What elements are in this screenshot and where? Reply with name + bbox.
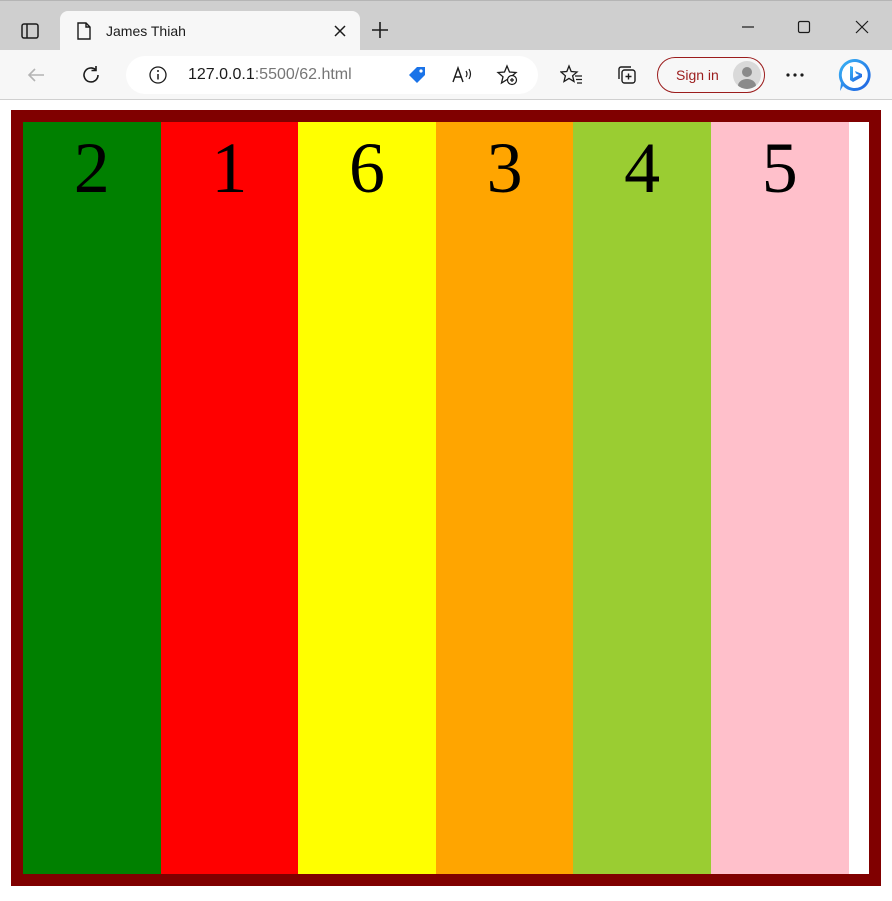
more-icon [786, 73, 804, 77]
tab-actions-button[interactable] [10, 15, 50, 47]
more-button[interactable] [783, 63, 807, 87]
column-item: 3 [435, 122, 574, 874]
bing-chat-button[interactable] [836, 56, 874, 94]
sign-in-button[interactable]: Sign in [657, 57, 765, 93]
read-aloud-icon[interactable] [451, 65, 473, 85]
url-host: 127.0.0.1 [188, 66, 255, 83]
close-icon [855, 20, 869, 34]
address-bar[interactable]: 127.0.0.1:5500/62.html [126, 56, 538, 94]
bing-icon [838, 58, 871, 91]
navigation-bar: 127.0.0.1:5500/62.html Sign in [0, 50, 892, 100]
minimize-icon [742, 26, 754, 28]
columns-container: 2 1 6 3 4 5 [11, 110, 881, 886]
reload-icon [83, 66, 99, 83]
maximize-icon [797, 20, 811, 34]
page-viewport: 2 1 6 3 4 5 [0, 100, 892, 901]
column-item: 5 [710, 122, 849, 874]
price-tag-icon[interactable] [406, 64, 428, 86]
maximize-button[interactable] [792, 15, 816, 39]
tab-actions-icon [21, 23, 39, 39]
collections-icon [618, 66, 636, 84]
arrow-left-icon [27, 68, 44, 82]
back-button[interactable] [24, 63, 48, 87]
reload-button[interactable] [79, 63, 103, 87]
column-item: 1 [160, 122, 299, 874]
close-window-button[interactable] [850, 15, 874, 39]
favorites-button[interactable] [560, 63, 584, 87]
url-text[interactable]: 127.0.0.1:5500/62.html [188, 66, 352, 84]
new-tab-icon[interactable] [370, 20, 390, 40]
minimize-button[interactable] [736, 15, 760, 39]
column-item: 6 [298, 122, 436, 874]
column-item: 4 [573, 122, 711, 874]
browser-tab[interactable]: James Thiah [60, 11, 360, 51]
add-favorite-icon[interactable] [496, 64, 518, 86]
profile-icon [738, 67, 756, 89]
url-path: :5500/62.html [254, 66, 352, 83]
close-tab-icon[interactable] [332, 23, 348, 39]
page-icon [77, 22, 91, 40]
tab-title: James Thiah [106, 23, 186, 39]
column-item: 2 [23, 122, 161, 874]
sign-in-label: Sign in [676, 67, 719, 83]
collections-button[interactable] [615, 63, 639, 87]
avatar [733, 61, 761, 89]
title-bar: James Thiah [0, 0, 892, 51]
favorites-icon [560, 64, 582, 84]
info-icon[interactable] [148, 65, 168, 85]
